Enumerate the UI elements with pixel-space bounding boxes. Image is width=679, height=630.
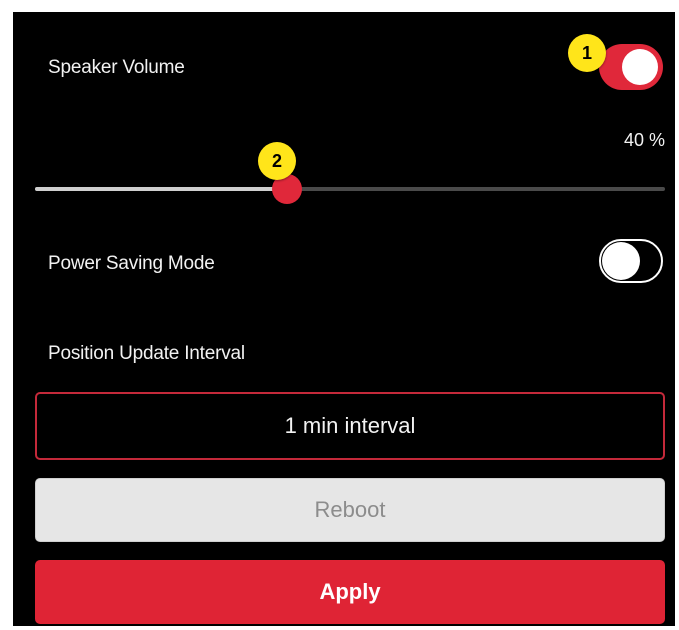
apply-button[interactable]: Apply [35, 560, 665, 624]
slider-fill [35, 187, 287, 191]
toggle-knob [622, 49, 658, 85]
interval-selector-button[interactable]: 1 min interval [35, 392, 665, 460]
callout-badge-2: 2 [258, 142, 296, 180]
power-saving-mode-label: Power Saving Mode [48, 253, 215, 274]
position-update-interval-label: Position Update Interval [48, 343, 245, 364]
reboot-button[interactable]: Reboot [35, 478, 665, 542]
toggle-knob [602, 242, 640, 280]
speaker-volume-label: Speaker Volume [48, 57, 185, 78]
volume-slider[interactable] [35, 174, 665, 204]
volume-percent-readout: 40 % [623, 130, 665, 150]
settings-screen: Speaker Volume 1 40 % 2 Power Saving Mod… [13, 12, 675, 626]
speaker-volume-toggle[interactable] [599, 44, 663, 90]
power-saving-toggle[interactable] [599, 239, 663, 283]
callout-badge-1: 1 [568, 34, 606, 72]
